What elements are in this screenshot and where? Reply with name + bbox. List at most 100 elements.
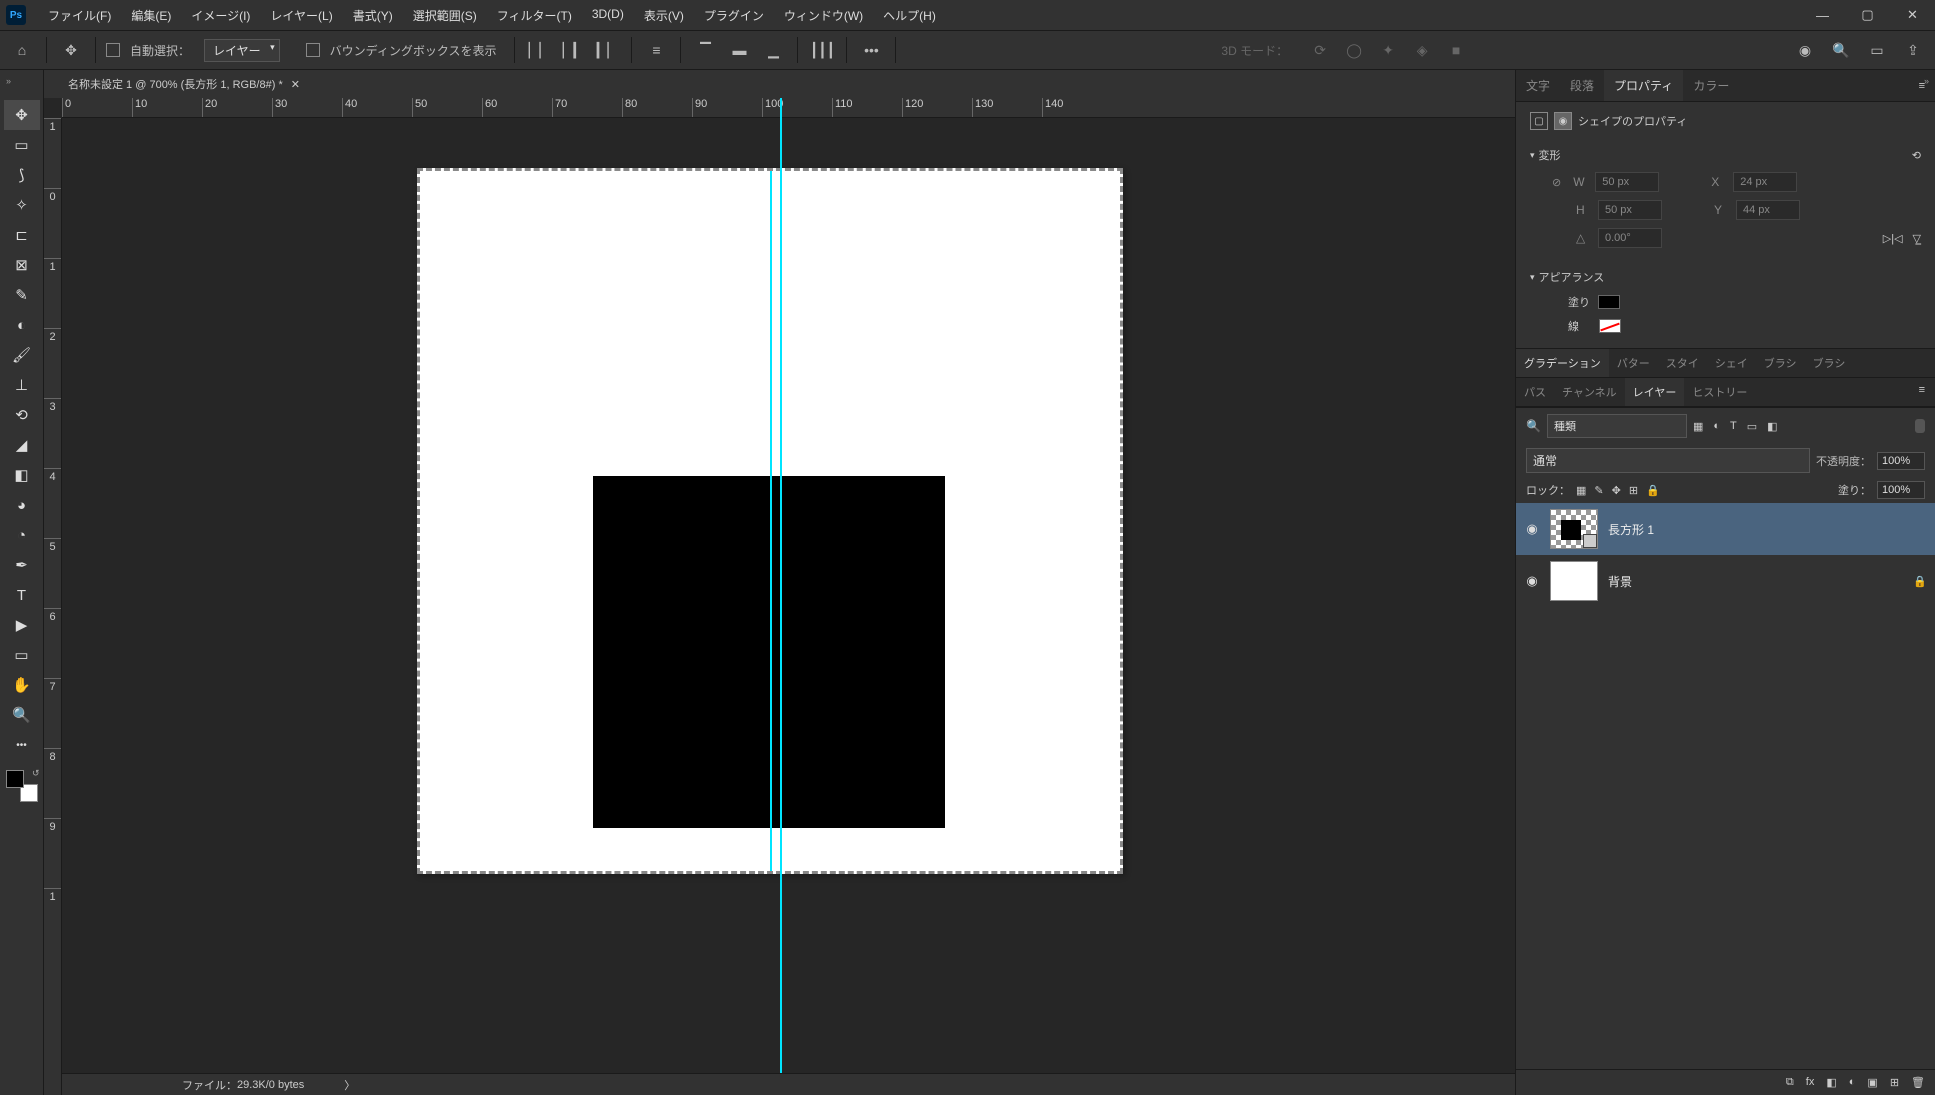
tab-brushset[interactable]: ブラシ: [1805, 349, 1854, 377]
menu-edit[interactable]: 編集(E): [121, 1, 181, 30]
tab-properties[interactable]: プロパティ: [1604, 70, 1683, 101]
tab-character[interactable]: 文字: [1516, 70, 1560, 101]
move-tool-icon[interactable]: ✥: [57, 36, 85, 64]
menu-window[interactable]: ウィンドウ(W): [774, 1, 873, 30]
layer-background[interactable]: ◉ 背景 🔒: [1516, 555, 1935, 607]
lock-pos-icon[interactable]: ✥: [1612, 484, 1621, 497]
eyedropper-tool[interactable]: ✎: [4, 280, 40, 310]
filter-smart-icon[interactable]: ◧: [1767, 420, 1777, 433]
layer-rectangle1[interactable]: ◉ 長方形 1: [1516, 503, 1935, 555]
history-brush-tool[interactable]: ⟲: [4, 400, 40, 430]
filter-adjust-icon[interactable]: ◐: [1713, 420, 1720, 433]
search-icon[interactable]: 🔍: [1827, 36, 1855, 64]
menu-filter[interactable]: フィルター(T): [487, 1, 582, 30]
layer-thumb[interactable]: [1550, 561, 1598, 601]
document-tab[interactable]: 名称未設定 1 @ 700% (長方形 1, RGB/8#) * ✕: [58, 71, 310, 97]
mask-add-icon[interactable]: ◧: [1826, 1076, 1836, 1089]
tab-styles[interactable]: スタイ: [1658, 349, 1707, 377]
reset-transform-icon[interactable]: ⟲: [1912, 149, 1921, 162]
menu-plugins[interactable]: プラグイン: [694, 1, 774, 30]
show-bbox-checkbox[interactable]: [306, 43, 320, 57]
tab-pattern[interactable]: パター: [1609, 349, 1658, 377]
filter-pixel-icon[interactable]: ▦: [1693, 420, 1703, 433]
menu-help[interactable]: ヘルプ(H): [873, 1, 946, 30]
adjustment-icon[interactable]: ◐: [1849, 1076, 1856, 1089]
canvas[interactable]: [62, 118, 1515, 1073]
lasso-tool[interactable]: ⟆: [4, 160, 40, 190]
layer-filter-select[interactable]: 種類: [1547, 414, 1687, 438]
ruler-vertical[interactable]: 101234567891: [44, 118, 62, 1095]
clone-tool[interactable]: ⊥: [4, 370, 40, 400]
flip-v-icon[interactable]: ▽̲: [1913, 232, 1921, 245]
align-bottom-icon[interactable]: ▁: [759, 36, 787, 64]
align-stack-icon[interactable]: ≡: [642, 36, 670, 64]
account-icon[interactable]: ◉: [1791, 36, 1819, 64]
lock-all-icon[interactable]: 🔒: [1646, 484, 1660, 497]
path-select-tool[interactable]: ▶: [4, 610, 40, 640]
hand-tool[interactable]: ✋: [4, 670, 40, 700]
close-button[interactable]: ✕: [1890, 1, 1935, 29]
pen-tool[interactable]: ✒: [4, 550, 40, 580]
dodge-tool[interactable]: ◔: [4, 520, 40, 550]
minimize-button[interactable]: —: [1800, 1, 1845, 29]
menu-view[interactable]: 表示(V): [634, 1, 694, 30]
workspace-icon[interactable]: ▭: [1863, 36, 1891, 64]
magic-wand-tool[interactable]: ✧: [4, 190, 40, 220]
align-vcenter-icon[interactable]: ▬: [725, 36, 753, 64]
menu-select[interactable]: 選択範囲(S): [403, 1, 487, 30]
zoom-tool[interactable]: 🔍: [4, 700, 40, 730]
opacity-input[interactable]: [1877, 452, 1925, 470]
distribute-icon[interactable]: ┃┃┃: [808, 36, 836, 64]
tab-color[interactable]: カラー: [1683, 70, 1739, 101]
layer-thumb[interactable]: [1550, 509, 1598, 549]
healing-tool[interactable]: ◐: [4, 310, 40, 340]
ruler-horizontal[interactable]: 0102030405060708090100110120130140: [62, 98, 1515, 118]
menu-layer[interactable]: レイヤー(L): [260, 1, 342, 30]
lock-paint-icon[interactable]: ✎: [1594, 484, 1603, 497]
tab-paragraph[interactable]: 段落: [1560, 70, 1604, 101]
flip-h-icon[interactable]: ▷|◁: [1883, 232, 1903, 245]
align-left-icon[interactable]: ▏▏: [525, 36, 553, 64]
color-swatches[interactable]: ↺: [4, 768, 40, 804]
crop-tool[interactable]: ⊏: [4, 220, 40, 250]
foreground-color[interactable]: [6, 770, 24, 788]
panels-collapse-icon[interactable]: »: [1924, 76, 1929, 86]
align-hcenter-icon[interactable]: ▏▎: [559, 36, 587, 64]
more-options-icon[interactable]: •••: [857, 36, 885, 64]
align-top-icon[interactable]: ▔: [691, 36, 719, 64]
filter-type-icon[interactable]: T: [1730, 420, 1737, 433]
frame-tool[interactable]: ⊠: [4, 250, 40, 280]
layer-name[interactable]: 長方形 1: [1608, 521, 1654, 538]
lock-trans-icon[interactable]: ▦: [1576, 484, 1586, 497]
tab-history[interactable]: ヒストリー: [1684, 378, 1755, 406]
group-icon[interactable]: ▣: [1867, 1076, 1877, 1089]
eraser-tool[interactable]: ◢: [4, 430, 40, 460]
transform-section[interactable]: ▾ 変形 ⟲: [1530, 142, 1921, 168]
maximize-button[interactable]: ▢: [1845, 1, 1890, 29]
brush-tool[interactable]: 🖌: [4, 340, 40, 370]
guide-line[interactable]: [770, 171, 772, 871]
artboard[interactable]: [417, 168, 1123, 874]
width-input[interactable]: [1595, 172, 1659, 192]
align-right-icon[interactable]: ▎▏: [593, 36, 621, 64]
blend-mode-select[interactable]: 通常: [1526, 448, 1810, 473]
stroke-swatch[interactable]: [1599, 319, 1621, 333]
shape-rectangle[interactable]: [593, 476, 945, 828]
lock-artboard-icon[interactable]: ⊞: [1629, 484, 1638, 497]
menu-image[interactable]: イメージ(I): [181, 1, 260, 30]
shape-tool[interactable]: ▭: [4, 640, 40, 670]
fill-opacity-input[interactable]: [1877, 481, 1925, 499]
marquee-tool[interactable]: ▭: [4, 130, 40, 160]
tab-close-icon[interactable]: ✕: [291, 78, 300, 91]
layers-panel-menu-icon[interactable]: ≡: [1909, 378, 1935, 406]
tab-channel[interactable]: チャンネル: [1554, 378, 1625, 406]
filter-shape-icon[interactable]: ▭: [1747, 420, 1757, 433]
x-input[interactable]: [1733, 172, 1797, 192]
appearance-section[interactable]: ▾ アピアランス: [1530, 264, 1921, 290]
layer-visibility-icon[interactable]: ◉: [1524, 521, 1540, 537]
link-layers-icon[interactable]: ⧉: [1786, 1076, 1794, 1089]
panel-menu-icon[interactable]: ≡: [1909, 74, 1935, 98]
layer-lock-icon[interactable]: 🔒: [1913, 575, 1927, 588]
edit-toolbar-button[interactable]: •••: [4, 730, 40, 760]
tab-shapes[interactable]: シェイ: [1707, 349, 1756, 377]
